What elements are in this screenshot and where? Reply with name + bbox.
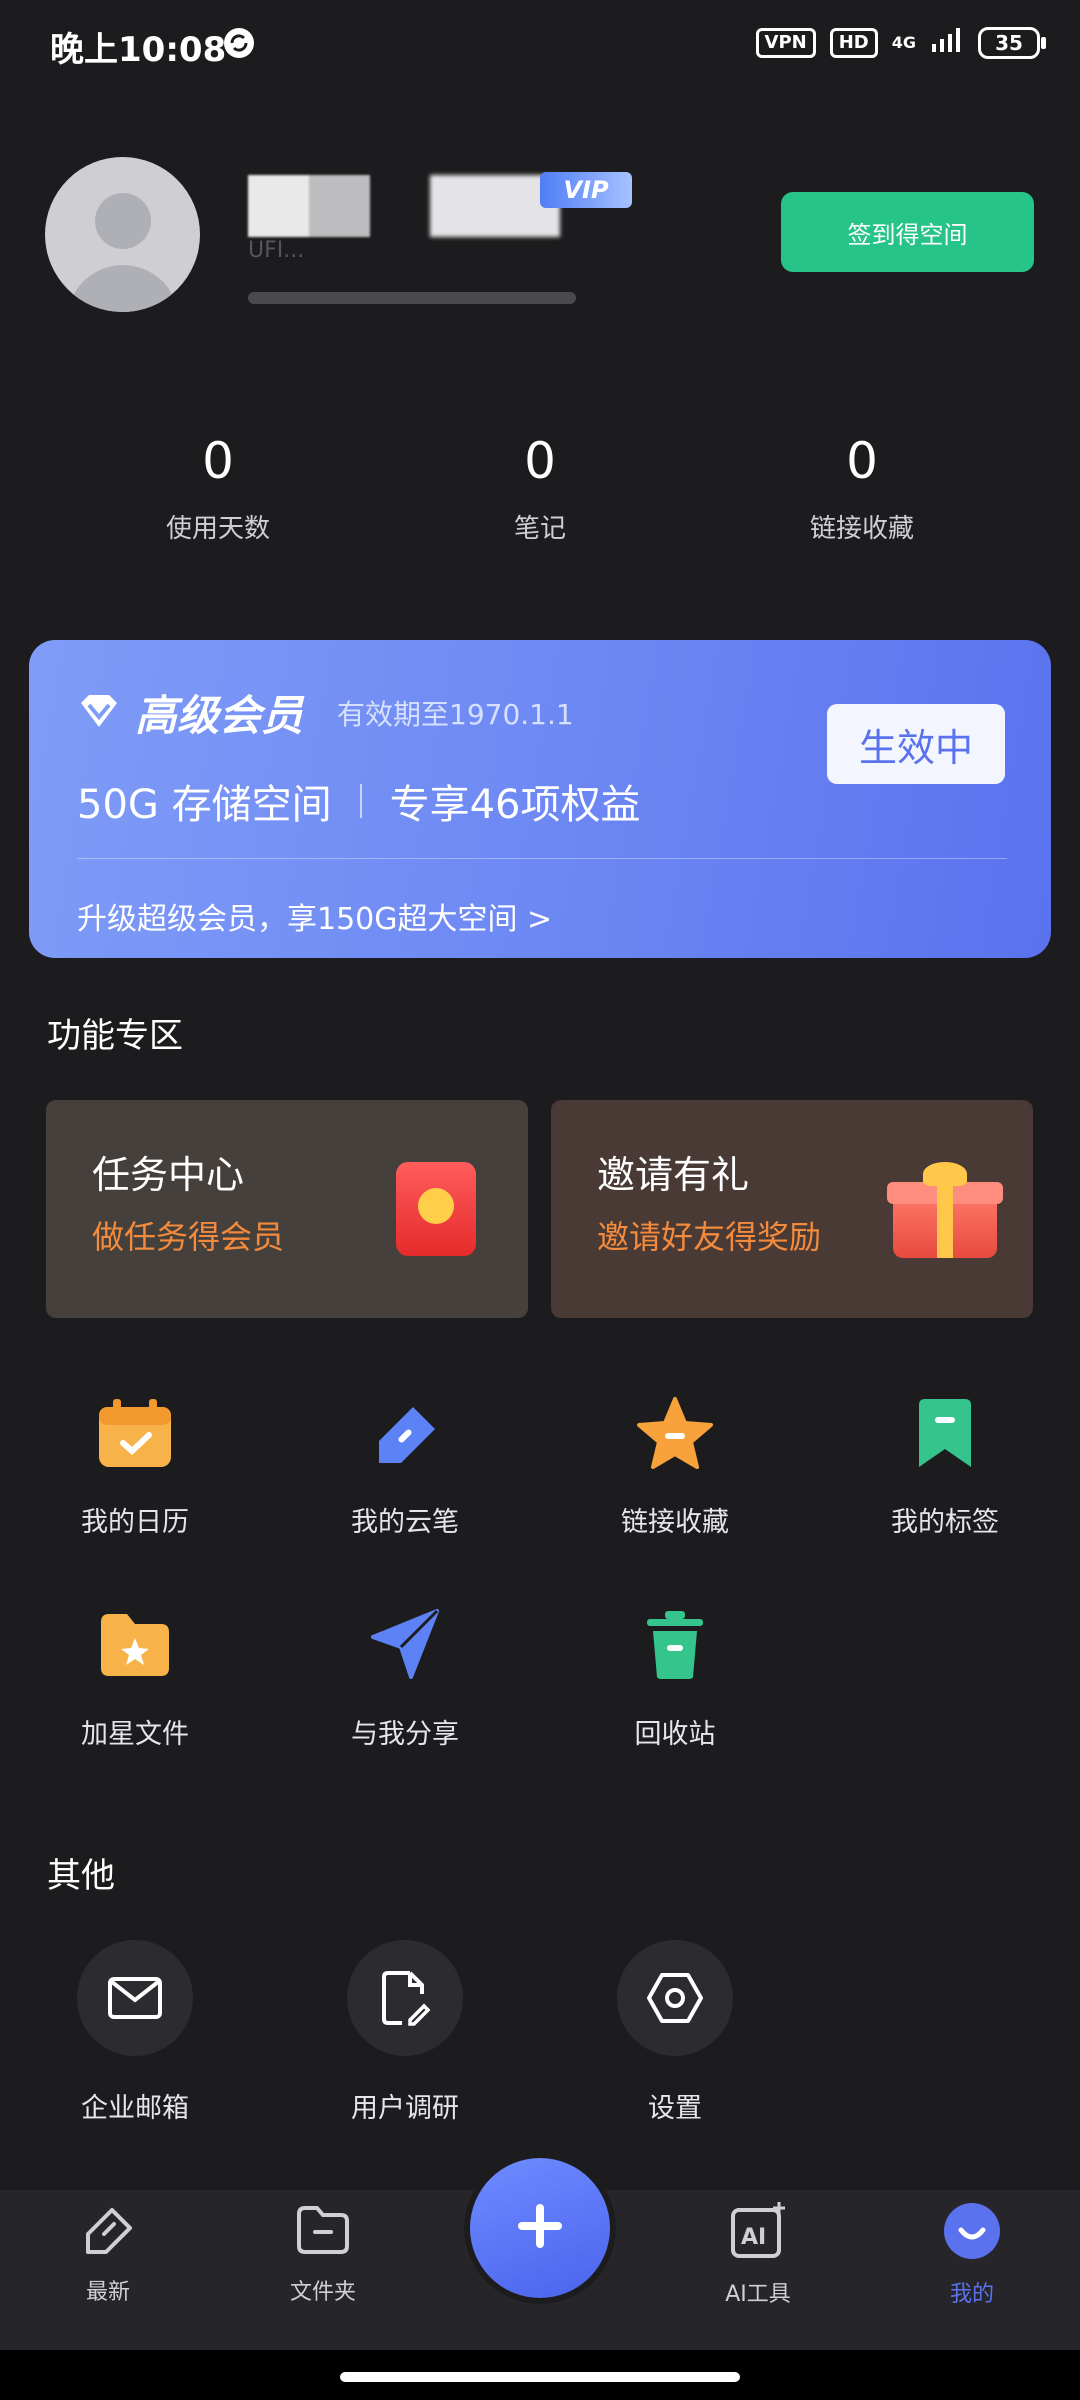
battery-indicator: 35	[978, 26, 1046, 59]
other-label: 设置	[648, 2093, 702, 2124]
divider	[359, 784, 362, 818]
grid-label: 加星文件	[81, 1719, 189, 1750]
card-title: 邀请有礼	[597, 1153, 750, 1197]
nav-tab-latest[interactable]: 最新	[28, 2200, 188, 2306]
signal-icon	[930, 26, 964, 59]
vip-benefits: 专享46项权益	[389, 782, 641, 828]
grid-label: 我的日历	[81, 1507, 189, 1538]
nav-tab-ai-tools[interactable]: AI AI工具	[678, 2200, 838, 2308]
signin-button[interactable]: 签到得空间	[781, 192, 1034, 272]
vip-storage: 50G 存储空间	[77, 782, 332, 828]
network-indicator: 4G	[891, 33, 916, 52]
vip-status-button[interactable]: 生效中	[827, 704, 1005, 784]
vip-expiry: 有效期至1970.1.1	[337, 697, 574, 731]
starred-folder-icon	[90, 1600, 180, 1690]
stat-label: 链接收藏	[809, 514, 914, 544]
user-id: UFI...	[248, 238, 305, 263]
stat-links[interactable]: 0 链接收藏	[732, 432, 992, 545]
folder-icon	[243, 2200, 403, 2264]
other-label: 用户调研	[351, 2093, 459, 2124]
vip-title-row: 高级会员 有效期至1970.1.1	[77, 682, 574, 743]
mail-icon	[77, 1940, 193, 2056]
gift-icon	[887, 1162, 1003, 1258]
grid-item-cloud-pen[interactable]: 我的云笔	[295, 1388, 515, 1539]
share-icon	[360, 1600, 450, 1690]
nav-label: AI工具	[725, 2282, 791, 2307]
vpn-indicator: VPN	[755, 27, 816, 58]
plus-icon	[512, 2198, 568, 2258]
nav-label: 文件夹	[289, 2280, 356, 2305]
calendar-icon	[90, 1388, 180, 1478]
stat-label: 使用天数	[165, 514, 270, 544]
status-indicators: VPN HD 4G 35	[755, 26, 1046, 59]
divider	[77, 858, 1007, 859]
grid-item-link-favorites[interactable]: 链接收藏	[565, 1388, 785, 1539]
settings-icon	[617, 1940, 733, 2056]
vip-benefits-row: 50G 存储空间 专享46项权益	[77, 772, 641, 830]
nav-tab-mine[interactable]: 我的	[892, 2200, 1052, 2308]
smile-icon	[892, 2200, 1052, 2266]
vip-upgrade-link[interactable]: 升级超级会员，享150G超大空间 >	[77, 894, 552, 938]
other-section-title: 其他	[47, 1856, 115, 1896]
vip-card[interactable]: 高级会员 有效期至1970.1.1 50G 存储空间 专享46项权益 生效中 升…	[29, 640, 1051, 958]
grid-label: 我的云笔	[351, 1507, 459, 1538]
bookmark-icon	[900, 1388, 990, 1478]
vip-title: 高级会员	[135, 691, 304, 740]
grid-item-recycle-bin[interactable]: 回收站	[565, 1600, 785, 1751]
ai-icon: AI	[678, 2200, 838, 2266]
stat-notes[interactable]: 0 笔记	[410, 432, 670, 545]
avatar[interactable]	[45, 157, 200, 312]
star-icon	[630, 1388, 720, 1478]
survey-icon	[347, 1940, 463, 2056]
other-item-settings[interactable]: 设置	[565, 1940, 785, 2125]
stat-value: 0	[846, 432, 878, 490]
level-progress-bar	[248, 292, 576, 304]
stat-value: 0	[524, 432, 556, 490]
diamond-icon	[77, 693, 121, 733]
features-section-title: 功能专区	[47, 1016, 183, 1056]
grid-item-starred-files[interactable]: 加星文件	[25, 1600, 245, 1751]
other-item-user-survey[interactable]: 用户调研	[295, 1940, 515, 2125]
grid-label: 我的标签	[891, 1507, 999, 1538]
trash-icon	[630, 1600, 720, 1690]
grid-label: 回收站	[634, 1719, 716, 1750]
pen-icon	[360, 1388, 450, 1478]
status-time: 晚上10:08	[50, 30, 227, 70]
hd-indicator: HD	[829, 27, 878, 58]
card-title: 任务中心	[92, 1153, 245, 1197]
grid-item-shared-with-me[interactable]: 与我分享	[295, 1600, 515, 1751]
other-item-enterprise-mail[interactable]: 企业邮箱	[25, 1940, 245, 2125]
sync-icon	[222, 26, 256, 60]
stat-days[interactable]: 0 使用天数	[88, 432, 348, 545]
pen-tag-icon	[28, 2200, 188, 2264]
vip-badge: VIP	[540, 172, 632, 208]
home-indicator[interactable]	[340, 2372, 740, 2382]
nav-label: 我的	[949, 2282, 994, 2307]
grid-label: 与我分享	[351, 1719, 459, 1750]
card-subtitle: 邀请好友得奖励	[597, 1218, 822, 1256]
stat-label: 笔记	[513, 514, 566, 544]
card-subtitle: 做任务得会员	[92, 1218, 285, 1256]
nav-tab-folders[interactable]: 文件夹	[243, 2200, 403, 2306]
nav-label: 最新	[85, 2280, 130, 2305]
stat-value: 0	[202, 432, 234, 490]
grid-item-calendar[interactable]: 我的日历	[25, 1388, 245, 1539]
username-redacted	[248, 175, 370, 237]
add-button[interactable]	[470, 2158, 610, 2298]
grid-item-tags[interactable]: 我的标签	[835, 1388, 1055, 1539]
red-packet-icon	[396, 1162, 476, 1256]
grid-label: 链接收藏	[621, 1507, 729, 1538]
invite-card[interactable]: 邀请有礼 邀请好友得奖励	[551, 1100, 1033, 1318]
other-label: 企业邮箱	[81, 2093, 189, 2124]
task-center-card[interactable]: 任务中心 做任务得会员	[46, 1100, 528, 1318]
svg-text:AI: AI	[741, 2225, 766, 2250]
